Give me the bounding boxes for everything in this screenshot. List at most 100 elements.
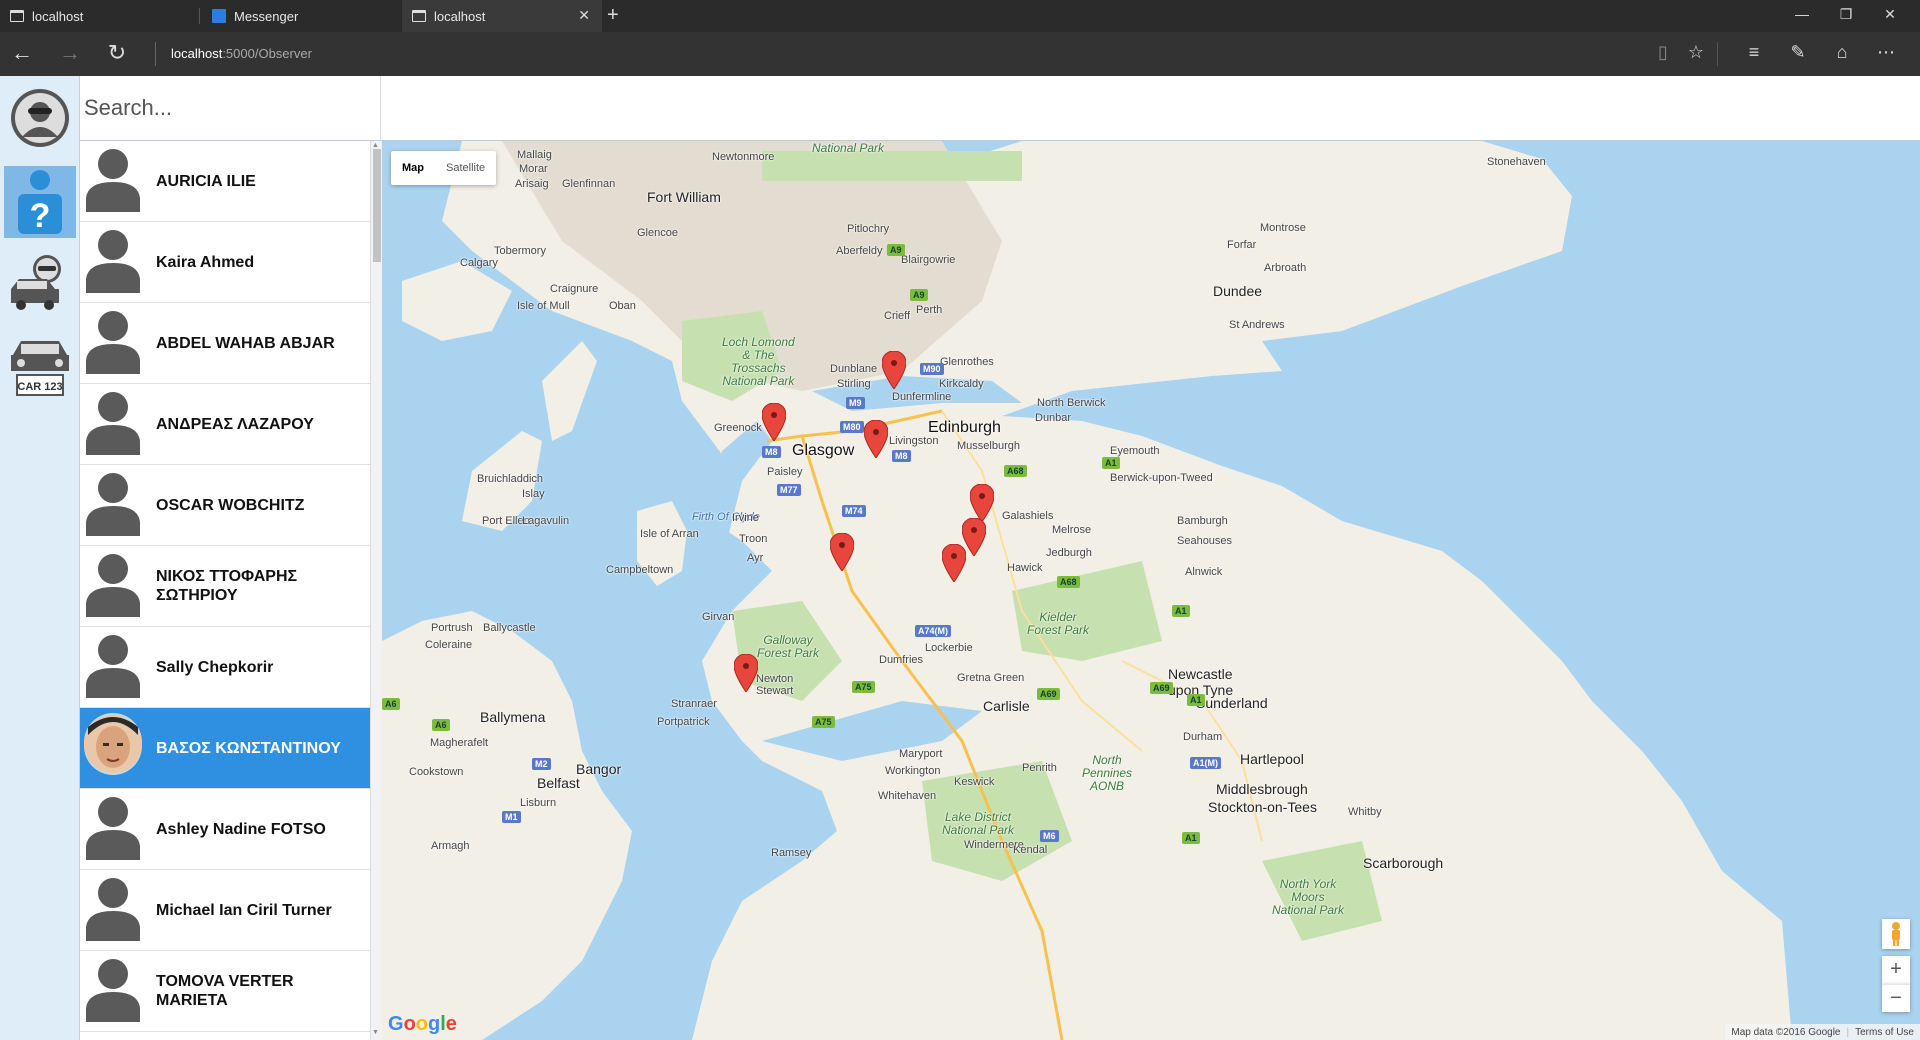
label-lisburn: Lisburn bbox=[520, 797, 557, 809]
road-a6-2: A6 bbox=[432, 719, 450, 731]
reading-view-icon[interactable]: ▯ bbox=[1651, 42, 1675, 63]
scroll-thumb[interactable] bbox=[373, 149, 381, 262]
page-icon bbox=[10, 10, 24, 22]
label-st-andrews: St Andrews bbox=[1229, 319, 1285, 331]
web-note-icon[interactable]: ✎ bbox=[1786, 42, 1810, 63]
label-cairngorms: National Park bbox=[812, 141, 885, 155]
label-dumfries: Dumfries bbox=[879, 654, 924, 666]
label-whitby: Whitby bbox=[1348, 806, 1382, 818]
label-paisley: Paisley bbox=[767, 466, 803, 478]
label-stockton: Stockton-on-Tees bbox=[1208, 799, 1317, 815]
divider bbox=[1717, 42, 1718, 66]
rail-driver[interactable] bbox=[4, 248, 76, 320]
person-name: ΝΙΚΟΣ ΤΤΟΦΑΡΗΣ ΣΩΤΗΡΙΟΥ bbox=[156, 568, 298, 604]
person-list-item[interactable]: Kaira Ahmed bbox=[80, 222, 370, 303]
scroll-down-icon[interactable]: ▼ bbox=[372, 1029, 379, 1036]
label-montrose: Montrose bbox=[1260, 222, 1306, 234]
person-name: Michael Ian Ciril Turner bbox=[156, 901, 332, 919]
label-lake-district: Lake District National Park bbox=[942, 810, 1015, 837]
road-a1-3: A1 bbox=[1187, 694, 1205, 706]
close-tab-icon[interactable]: ✕ bbox=[578, 7, 590, 24]
scroll-up-icon[interactable]: ▲ bbox=[372, 142, 379, 149]
tab-messenger[interactable]: Messenger bbox=[202, 0, 400, 32]
hub-icon[interactable]: ≡ bbox=[1742, 42, 1766, 63]
person-list-item[interactable]: Sally Chepkorir bbox=[80, 627, 370, 708]
map-type-satellite-button[interactable]: Satellite bbox=[435, 151, 496, 185]
tab-title: localhost bbox=[32, 8, 84, 24]
search-input[interactable] bbox=[84, 90, 374, 126]
person-silhouette-icon bbox=[84, 632, 148, 702]
restore-icon[interactable]: ❐ bbox=[1836, 6, 1856, 23]
divider bbox=[155, 42, 156, 66]
zoom-in-button[interactable]: + bbox=[1882, 956, 1910, 984]
label-armagh: Armagh bbox=[431, 840, 470, 852]
map-marker[interactable] bbox=[734, 654, 758, 692]
label-bruichladdich: Bruichladdich bbox=[477, 473, 544, 485]
new-tab-button[interactable]: + bbox=[607, 4, 619, 27]
person-list-item[interactable]: TOMOVA VERTER MARIETA bbox=[80, 951, 370, 1032]
label-isle-of-mull: Isle of Mull bbox=[517, 300, 570, 312]
pegman-button[interactable] bbox=[1882, 919, 1910, 949]
label-mallaig: Mallaig bbox=[517, 149, 552, 161]
label-cookstown: Cookstown bbox=[409, 766, 464, 778]
person-list-item[interactable]: OSCAR WOBCHITZ bbox=[80, 465, 370, 546]
tab-localhost-1[interactable]: localhost bbox=[0, 0, 200, 32]
terms-link[interactable]: Terms of Use bbox=[1855, 1027, 1914, 1038]
person-list-item[interactable]: ΝΙΚΟΣ ΤΤΟΦΑΡΗΣ ΣΩΤΗΡΙΟΥ bbox=[80, 546, 370, 627]
person-list-item[interactable]: Michael Ian Ciril Turner bbox=[80, 870, 370, 951]
more-icon[interactable]: ⋯ bbox=[1874, 42, 1898, 63]
zoom-out-button[interactable]: − bbox=[1882, 984, 1910, 1012]
label-ayr: Ayr bbox=[747, 552, 764, 564]
close-window-icon[interactable]: ✕ bbox=[1880, 6, 1900, 23]
rail-car-plate[interactable]: CAR 123 bbox=[4, 330, 76, 402]
label-pitlochry: Pitlochry bbox=[847, 223, 890, 235]
share-icon[interactable]: ⌂ bbox=[1830, 42, 1854, 63]
map-marker[interactable] bbox=[762, 403, 786, 441]
map-marker[interactable] bbox=[942, 544, 966, 582]
page-icon bbox=[412, 10, 426, 22]
map-terrain bbox=[382, 141, 1792, 1040]
refresh-icon[interactable]: ↻ bbox=[104, 41, 130, 65]
label-workington: Workington bbox=[885, 765, 941, 777]
tab-localhost-active[interactable]: localhost ✕ bbox=[402, 0, 602, 32]
person-list-item[interactable]: ΒΑΣΟΣ ΚΩΝΣΤΑΝΤΙΝΟΥ bbox=[80, 708, 370, 789]
label-blairgowrie: Blairgowrie bbox=[901, 254, 956, 266]
map-marker[interactable] bbox=[864, 420, 888, 458]
people-list-scrollbar[interactable]: ▲ ▼ bbox=[370, 141, 382, 1040]
minimize-icon[interactable]: — bbox=[1792, 6, 1812, 22]
back-icon[interactable]: ← bbox=[9, 41, 35, 65]
label-lagavulin: Lagavulin bbox=[522, 515, 570, 527]
road-m6: M6 bbox=[1040, 830, 1059, 842]
label-girvan: Girvan bbox=[702, 611, 735, 623]
label-glenfinnan: Glenfinnan bbox=[562, 178, 616, 190]
google-logo: Google bbox=[388, 1013, 457, 1035]
browser-tab-bar: localhost Messenger localhost ✕ + — ❐ ✕ bbox=[0, 0, 1920, 32]
rail-masked-user[interactable] bbox=[4, 82, 76, 154]
rail-unknown-person[interactable]: ? bbox=[4, 166, 76, 238]
label-maryport: Maryport bbox=[899, 748, 943, 760]
label-loch-lomond: Loch Lomond & The Trossachs National Park bbox=[722, 335, 795, 388]
forward-icon[interactable]: → bbox=[57, 41, 83, 65]
label-whitehaven: Whitehaven bbox=[878, 790, 937, 802]
person-silhouette-icon bbox=[84, 389, 148, 459]
favorite-star-icon[interactable]: ☆ bbox=[1684, 42, 1708, 63]
label-kendal: Kendal bbox=[1013, 844, 1048, 856]
label-north-berwick: North Berwick bbox=[1037, 397, 1106, 409]
person-list-item[interactable]: ΑΝΔΡΕΑΣ ΛΑΖΑΡΟΥ bbox=[80, 384, 370, 465]
map-type-map-button[interactable]: Map bbox=[391, 151, 435, 185]
url-field[interactable]: localhost:5000/Observer bbox=[171, 46, 312, 61]
map-marker[interactable] bbox=[830, 533, 854, 571]
person-list-item[interactable]: AURICIA ILIE bbox=[80, 141, 370, 222]
label-glenrothes: Glenrothes bbox=[940, 356, 994, 368]
person-list-item[interactable]: ABDEL WAHAB ABJAR bbox=[80, 303, 370, 384]
map-marker[interactable] bbox=[970, 484, 994, 522]
park-cairngorms bbox=[762, 151, 1022, 181]
person-list-item[interactable]: Ashley Nadine FOTSO bbox=[80, 789, 370, 870]
search-box bbox=[80, 76, 381, 141]
label-seahouses: Seahouses bbox=[1177, 535, 1233, 547]
tab-title: Messenger bbox=[234, 8, 299, 24]
label-dundee: Dundee bbox=[1213, 283, 1263, 299]
map-marker[interactable] bbox=[882, 351, 906, 389]
car-plate-icon: CAR 123 bbox=[11, 341, 69, 396]
map-view[interactable]: Loch Lomond & The Trossachs National Park N… bbox=[382, 141, 1920, 1040]
